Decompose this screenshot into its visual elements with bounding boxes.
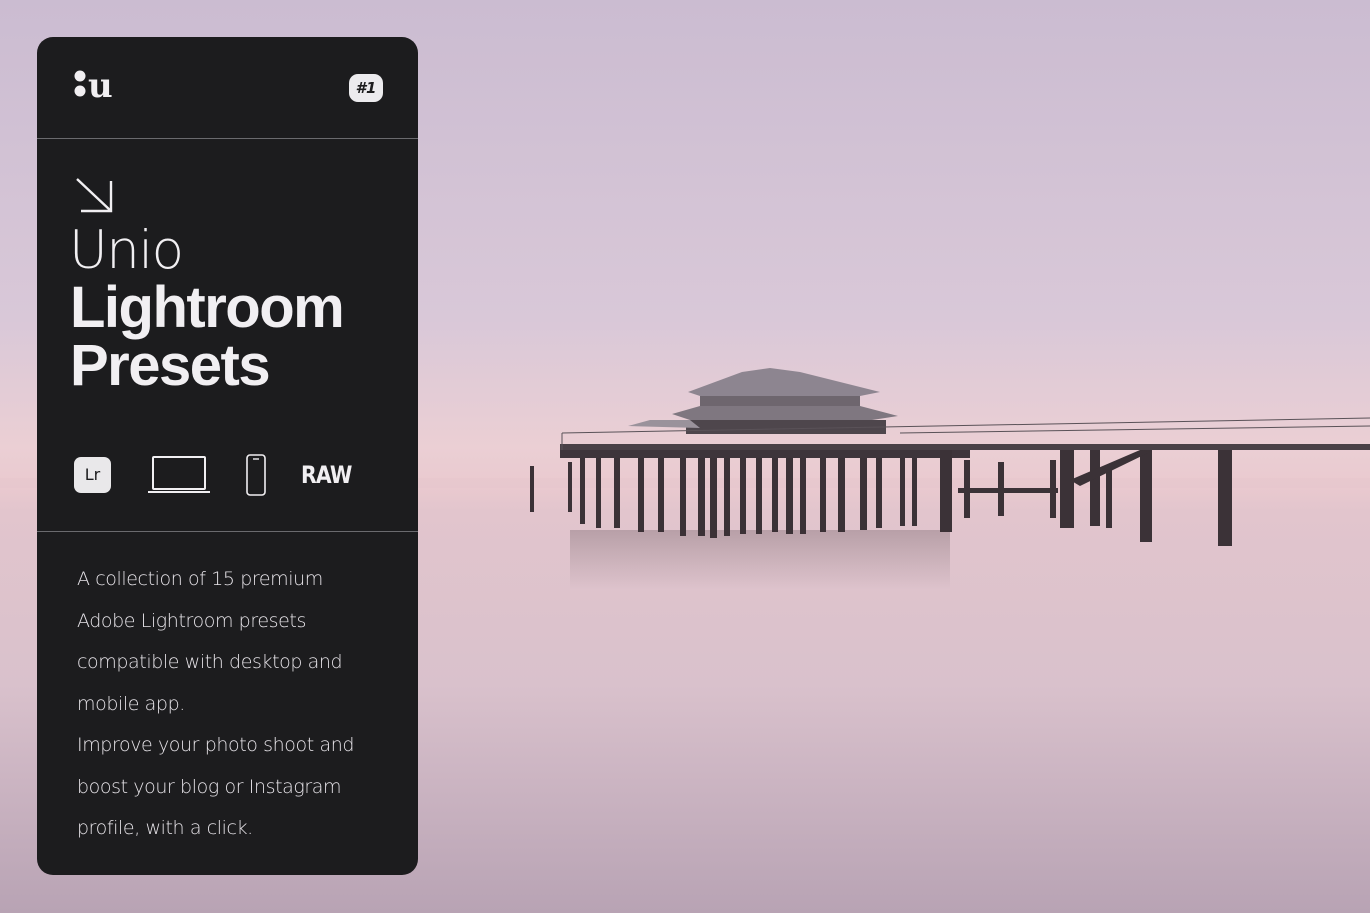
description-line: A collection of 15 premium [77, 568, 323, 590]
product-title-line2: Presets [70, 333, 271, 398]
number-badge: #1 [349, 74, 383, 102]
description-line: compatible with desktop and [77, 651, 343, 673]
product-title-line1: Lightroom [70, 275, 345, 340]
description-line: profile, with a click. [77, 817, 253, 839]
product-title: Lightroom Presets [70, 279, 410, 395]
description-line: mobile app. [77, 692, 185, 715]
description-line: Improve your photo shoot and [77, 734, 354, 756]
phone-icon [246, 454, 266, 496]
logo-mark: u [74, 66, 113, 105]
laptop-icon [148, 456, 210, 493]
lightroom-icon: Lr [74, 457, 111, 493]
description-line: Adobe Lightroom presets [77, 609, 306, 632]
brand-title: Unio [69, 220, 184, 281]
description-line: boost your blog or Instagram [77, 775, 342, 798]
product-card: u #1 Unio Lightroom Presets Lr RAW A col… [37, 37, 418, 875]
raw-label: RAW [301, 461, 352, 489]
platform-icons: Lr RAW [37, 449, 418, 499]
arrow-down-right-icon [76, 178, 113, 213]
description: A collection of 15 premium Adobe Lightro… [77, 559, 377, 850]
svg-text:u: u [88, 66, 113, 105]
card-header: u #1 [37, 37, 418, 139]
divider [37, 531, 418, 532]
